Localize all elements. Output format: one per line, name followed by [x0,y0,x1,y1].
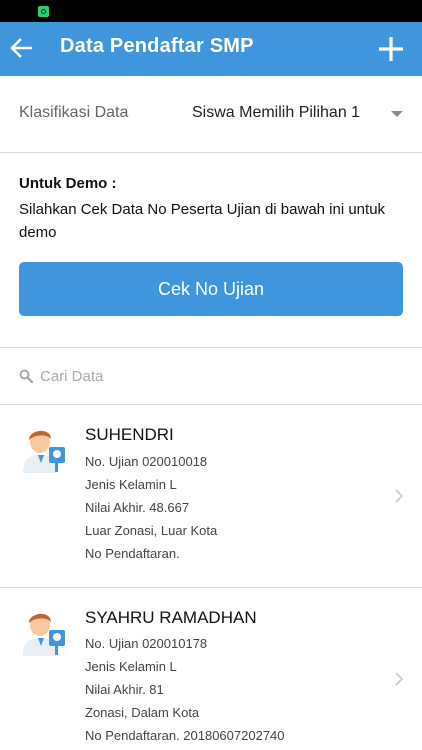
search-bar [0,348,422,405]
student-name: SYAHRU RAMADHAN [85,608,257,627]
gender: Jenis Kelamin L [85,477,177,492]
app-bar: Data Pendaftar SMP [0,22,422,76]
registration-number: No Pendaftaran. [85,546,180,561]
classification-filter: Klasifikasi Data Siswa Memilih Pilihan 1 [0,76,422,153]
registration-number: No Pendaftaran. 20180607202740 [85,728,285,743]
filter-label: Klasifikasi Data [19,104,129,121]
student-list-item[interactable]: SUHENDRI No. Ujian 020010018 Jenis Kelam… [0,405,422,588]
search-input[interactable] [40,364,400,388]
student-avatar-icon [23,430,65,473]
dropdown-arrow-icon[interactable] [391,111,403,117]
zone: Zonasi, Dalam Kota [85,705,200,720]
demo-instructions: Silahkan Cek Data No Peserta Ujian di ba… [19,201,386,241]
final-score: Nilai Akhir. 48.667 [85,500,190,515]
student-list-item[interactable]: SYAHRU RAMADHAN No. Ujian 020010178 Jeni… [0,588,422,750]
student-name: SUHENDRI [85,425,174,444]
exam-number: No. Ujian 020010018 [85,454,208,469]
chevron-right-icon [395,489,404,503]
check-exam-number-button[interactable]: Cek No Ujian [19,262,403,316]
demo-panel: Untuk Demo : Silahkan Cek Data No Pesert… [0,153,422,348]
status-bar [0,0,422,22]
search-icon [19,369,33,383]
arrow-left-icon [10,38,32,58]
exam-number: No. Ujian 020010178 [85,636,208,651]
demo-title: Untuk Demo : [19,175,117,192]
student-avatar-icon [23,613,65,656]
notification-icon [38,6,49,17]
gender: Jenis Kelamin L [85,659,177,674]
chevron-right-icon [395,672,404,686]
final-score: Nilai Akhir. 81 [85,682,164,697]
classification-dropdown[interactable]: Siswa Memilih Pilihan 1 [192,104,360,122]
back-button[interactable] [6,33,36,63]
add-button[interactable] [374,32,408,66]
page-title: Data Pendaftar SMP [60,35,254,57]
zone: Luar Zonasi, Luar Kota [85,523,218,538]
plus-icon [379,37,403,61]
